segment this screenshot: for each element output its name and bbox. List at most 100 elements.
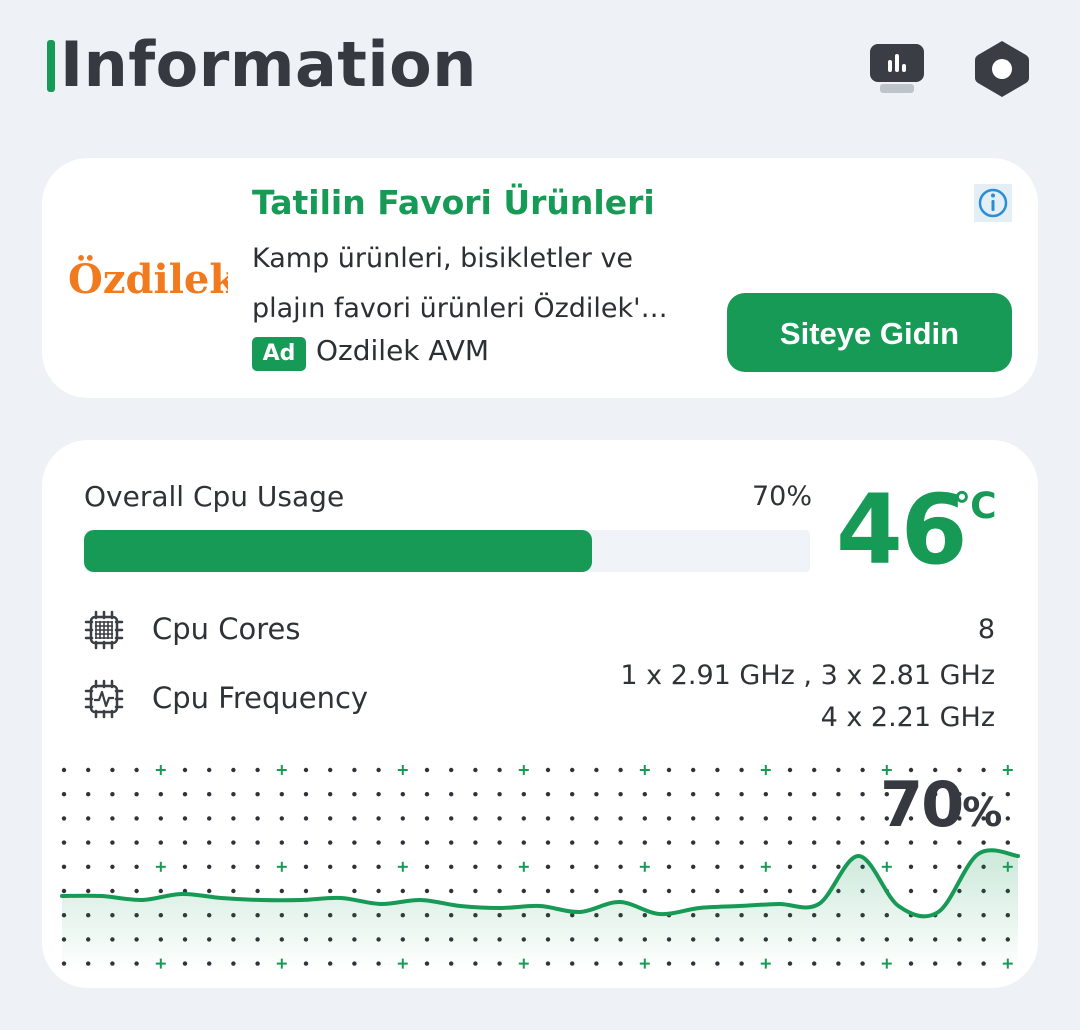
graph-grid-dot xyxy=(207,840,212,845)
graph-grid-dot xyxy=(497,888,502,894)
graph-grid-dot xyxy=(763,816,768,821)
graph-grid-dot xyxy=(594,864,599,869)
graph-grid-dot xyxy=(303,840,309,845)
graph-grid-dot xyxy=(787,888,793,894)
graph-grid-plus xyxy=(397,765,408,775)
graph-grid-dot xyxy=(642,816,647,821)
ad-cta-button[interactable]: Siteye Gidin xyxy=(727,293,1012,372)
graph-grid-dot xyxy=(739,888,744,894)
graph-grid-dot xyxy=(812,888,817,894)
graph-grid-dot xyxy=(497,792,502,797)
graph-grid-dot xyxy=(933,864,938,869)
monitor-chart-icon[interactable] xyxy=(868,40,926,98)
graph-grid-dot xyxy=(279,840,284,845)
graph-grid-dot xyxy=(400,888,405,894)
cpu-usage-history-graph xyxy=(60,765,1020,972)
graph-grid-dot xyxy=(86,792,91,797)
ad-logo[interactable]: Özdilek xyxy=(66,255,238,303)
graph-grid-dot xyxy=(86,767,91,773)
cpu-frequency-value-line-1: 1 x 2.91 GHz , 3 x 2.81 GHz xyxy=(620,660,995,691)
hexagon-settings-icon[interactable] xyxy=(972,38,1032,100)
graph-grid-dot xyxy=(279,816,284,821)
graph-grid-dot xyxy=(521,792,526,797)
graph-grid-dot xyxy=(715,792,720,797)
graph-grid-dot xyxy=(521,816,526,821)
graph-grid-dot xyxy=(715,816,720,821)
graph-grid-dot xyxy=(110,888,115,894)
graph-grid-dot xyxy=(787,792,793,797)
graph-grid-dot xyxy=(666,888,672,894)
graph-grid-dot xyxy=(691,840,696,845)
graph-grid-dot xyxy=(594,888,599,894)
graph-grid-dot xyxy=(836,816,841,821)
graph-grid-dot xyxy=(182,792,188,797)
graph-grid-dot xyxy=(376,816,381,821)
graph-grid-plus xyxy=(518,861,529,872)
cpu-frequency-label: Cpu Frequency xyxy=(152,681,369,715)
graph-grid-dot xyxy=(545,888,551,894)
graph-current-unit: % xyxy=(962,790,1002,836)
ad-logo-text: Özdilek xyxy=(68,256,228,303)
cpu-temperature-value: 46 xyxy=(836,474,968,586)
graph-grid-dot xyxy=(207,864,212,869)
graph-grid-plus xyxy=(518,765,529,775)
graph-grid-plus xyxy=(155,765,166,775)
graph-grid-dot xyxy=(763,888,768,894)
graph-grid-dot xyxy=(449,767,454,773)
graph-grid-dot xyxy=(400,816,405,821)
graph-grid-dot xyxy=(860,840,865,845)
ad-advertiser-name[interactable]: Ozdilek AVM xyxy=(316,334,489,367)
graph-current-percent: 70% xyxy=(880,768,1002,841)
graph-grid-dot xyxy=(666,864,672,869)
graph-grid-dot xyxy=(812,840,817,845)
graph-grid-dot xyxy=(981,840,986,845)
graph-grid-dot xyxy=(255,792,260,797)
graph-grid-dot xyxy=(449,840,454,845)
graph-grid-dot xyxy=(231,864,236,869)
graph-grid-dot xyxy=(255,888,260,894)
ad-description[interactable]: Kamp ürünleri, bisikletler ve plajın fav… xyxy=(252,234,712,334)
graph-grid-dot xyxy=(594,792,599,797)
graph-grid-dot xyxy=(182,816,188,821)
graph-grid-dot xyxy=(207,767,212,773)
graph-grid-dot xyxy=(763,840,768,845)
graph-grid-dot xyxy=(666,840,672,845)
graph-grid-dot xyxy=(933,840,938,845)
graph-grid-dot xyxy=(860,767,865,773)
graph-grid-dot xyxy=(691,816,696,821)
graph-grid-dot xyxy=(812,767,817,773)
graph-grid-dot xyxy=(352,864,357,869)
graph-grid-dot xyxy=(473,888,478,894)
graph-grid-dot xyxy=(787,840,793,845)
graph-grid-dot xyxy=(134,792,139,797)
graph-grid-dot xyxy=(303,792,309,797)
graph-grid-dot xyxy=(61,864,67,869)
graph-grid-dot xyxy=(134,864,139,869)
graph-grid-dot xyxy=(352,840,357,845)
graph-grid-dot xyxy=(763,792,768,797)
graph-grid-dot xyxy=(182,864,188,869)
graph-grid-dot xyxy=(352,792,357,797)
graph-grid-dot xyxy=(642,840,647,845)
graph-grid-dot xyxy=(231,888,236,894)
graph-grid-plus xyxy=(397,861,408,872)
graph-grid-dot xyxy=(328,767,333,773)
graph-grid-dot xyxy=(328,864,333,869)
graph-grid-dot xyxy=(449,816,454,821)
graph-grid-dot xyxy=(836,840,841,845)
graph-grid-dot xyxy=(61,767,67,773)
graph-grid-dot xyxy=(545,767,551,773)
info-icon[interactable] xyxy=(974,184,1012,222)
graph-grid-dot xyxy=(787,816,793,821)
graph-grid-dot xyxy=(666,816,672,821)
graph-grid-dot xyxy=(1005,816,1010,821)
graph-grid-dot xyxy=(207,888,212,894)
graph-grid-dot xyxy=(570,767,575,773)
graph-grid-dot xyxy=(739,767,744,773)
graph-grid-dot xyxy=(352,816,357,821)
graph-grid-dot xyxy=(691,767,696,773)
graph-grid-dot xyxy=(182,840,188,845)
graph-grid-dot xyxy=(739,864,744,869)
ad-title[interactable]: Tatilin Favori Ürünleri xyxy=(252,183,655,222)
graph-grid-dot xyxy=(61,816,67,821)
